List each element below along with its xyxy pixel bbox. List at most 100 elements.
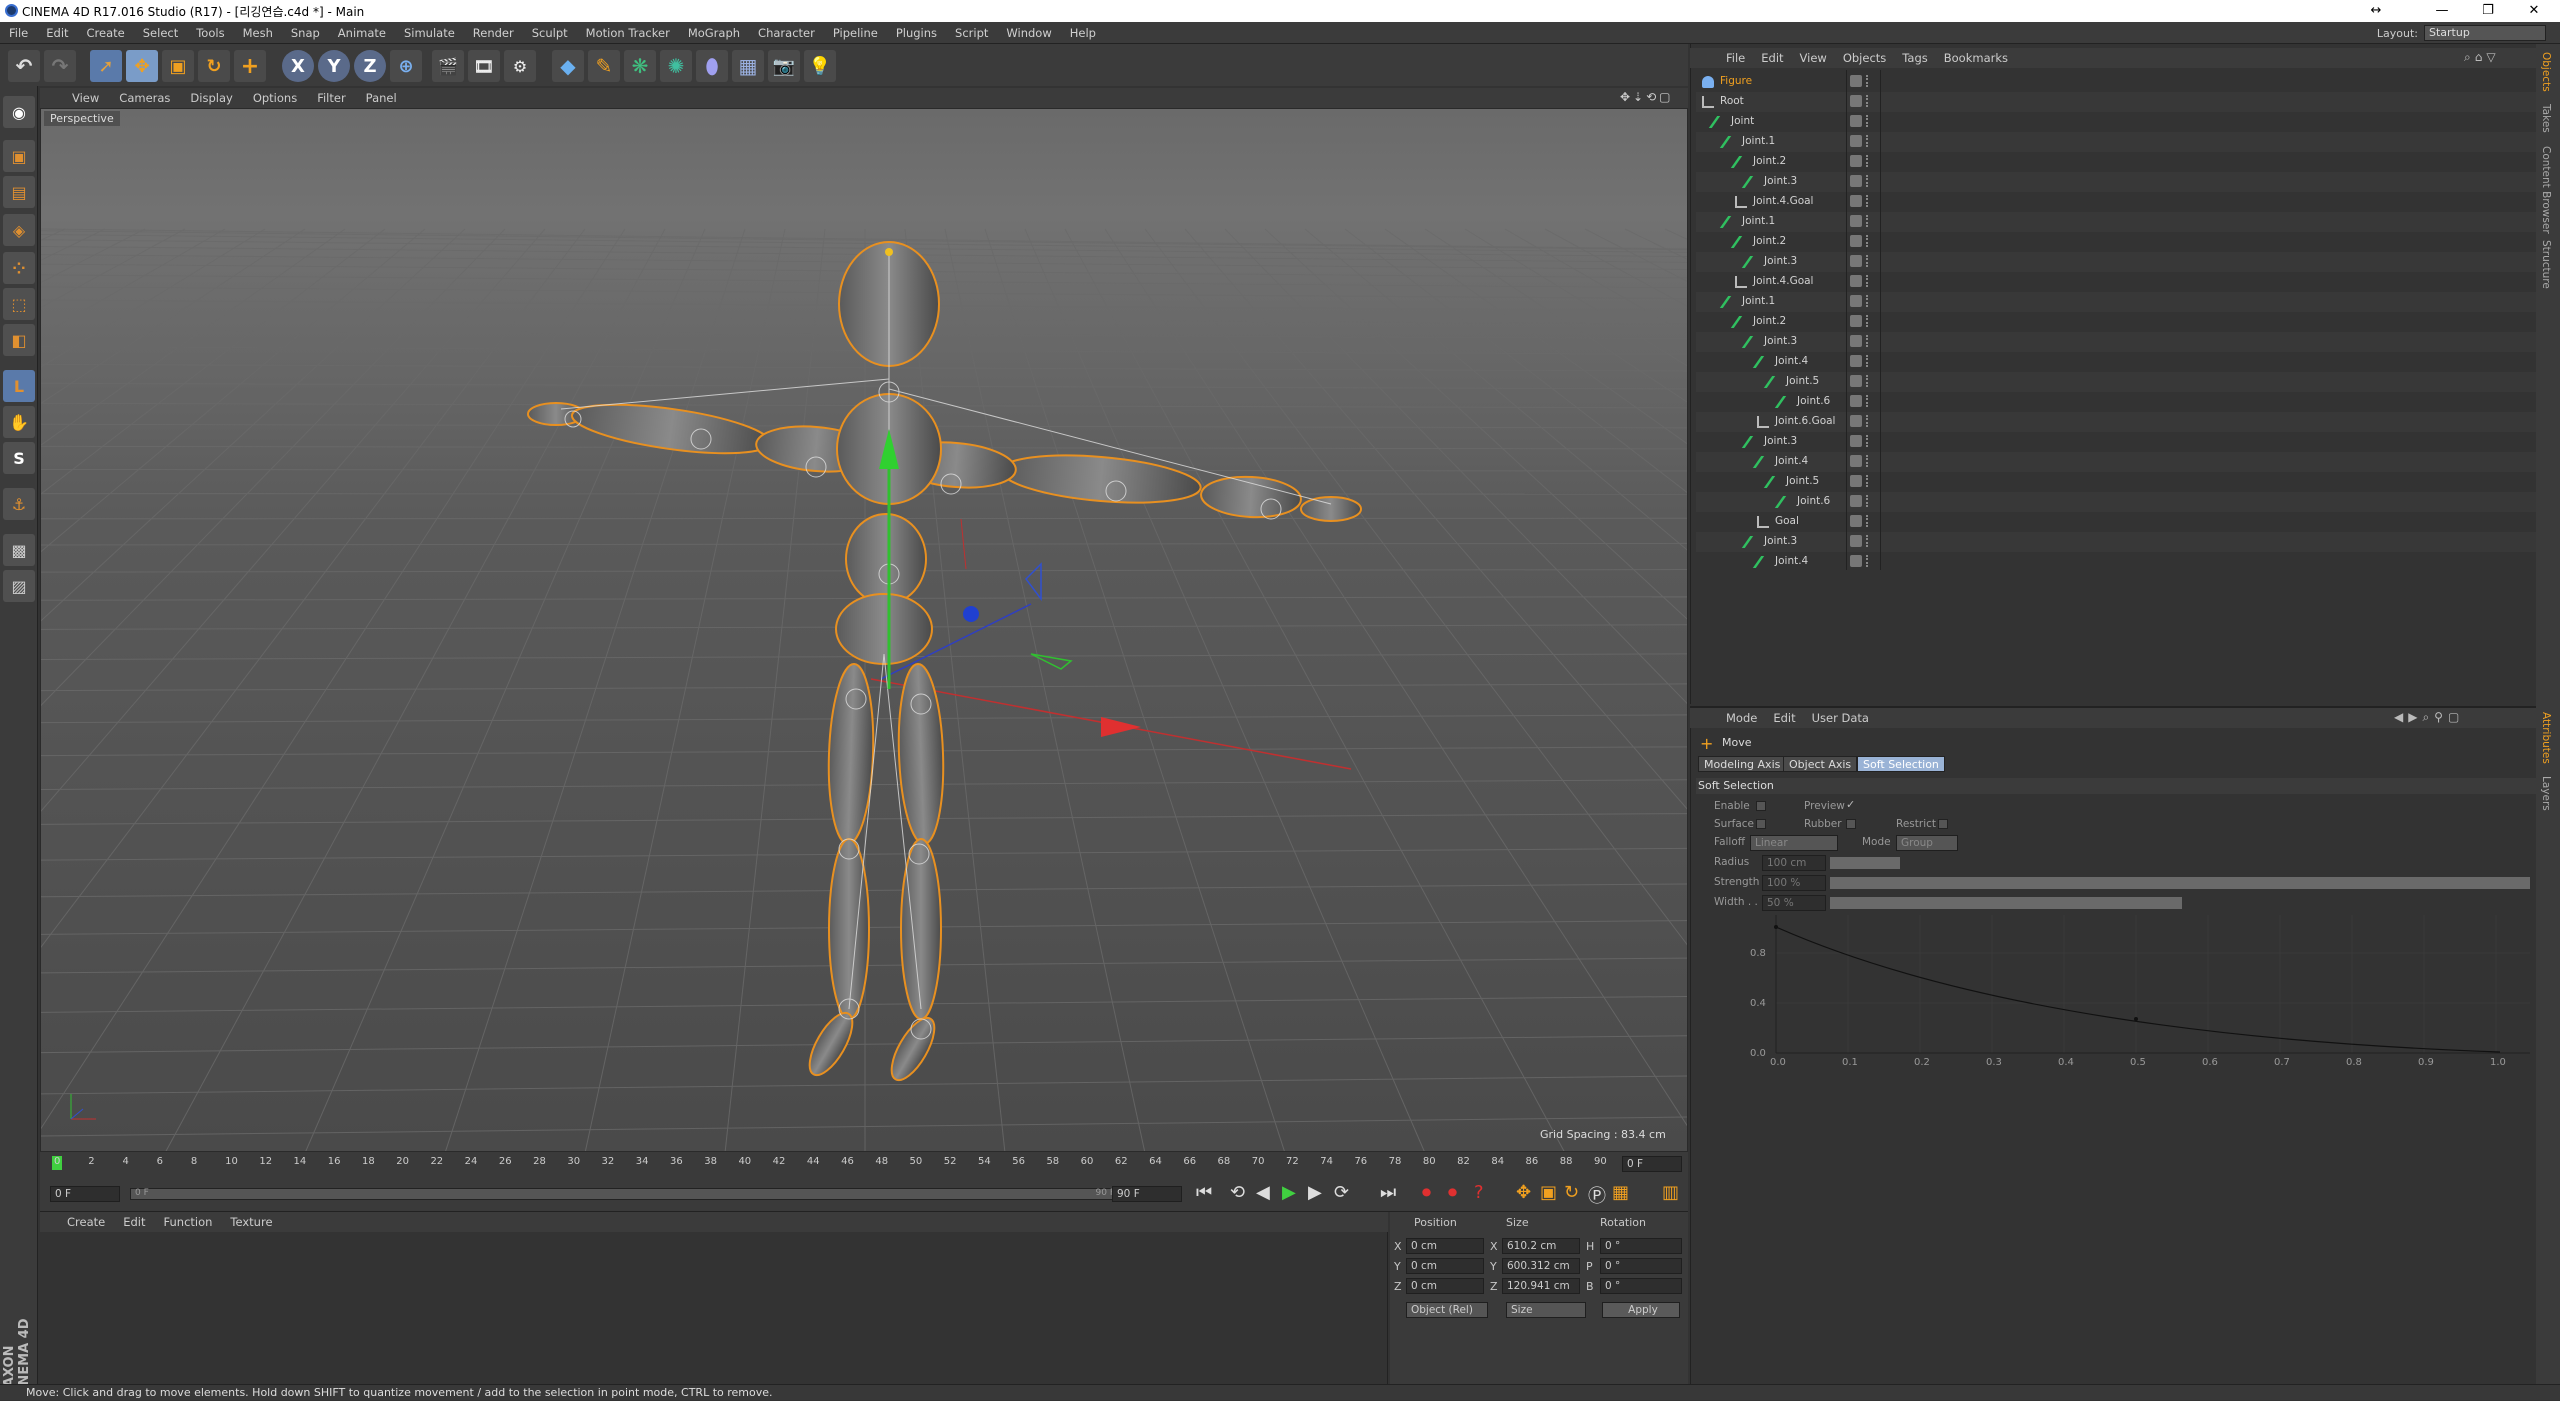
visibility-toggle[interactable] <box>1850 275 1862 287</box>
next-key-icon[interactable]: ⟳ <box>1334 1182 1349 1203</box>
position-y-field[interactable]: 0 cm <box>1406 1258 1484 1274</box>
object-row[interactable]: Root <box>1696 92 2536 112</box>
falloff-curve[interactable] <box>1776 927 2500 1052</box>
scale-key-icon[interactable]: ▣ <box>1540 1182 1557 1203</box>
make-editable-icon[interactable]: ◉ <box>3 96 35 128</box>
pen-spline-icon[interactable]: ✎ <box>588 50 620 82</box>
timeline-ruler[interactable]: 0246810121416182022242628303234363840424… <box>40 1152 1688 1176</box>
size-y-field[interactable]: 600.312 cm <box>1502 1258 1580 1274</box>
x-axis-lock-button[interactable]: X <box>282 50 314 82</box>
material-menu-function[interactable]: Function <box>155 1215 222 1229</box>
visibility-toggle[interactable] <box>1850 235 1862 247</box>
object-row[interactable]: Joint.2 <box>1696 232 2536 252</box>
object-row[interactable]: Joint.4 <box>1696 452 2536 472</box>
width-slider[interactable] <box>1830 897 2182 909</box>
array-generator-icon[interactable]: ✺ <box>660 50 692 82</box>
editor-render-dots[interactable] <box>1866 415 1870 427</box>
object-row[interactable]: Joint.3 <box>1696 432 2536 452</box>
undo-icon[interactable]: ↶ <box>8 50 40 82</box>
parameter-key-icon[interactable]: Ⓟ <box>1588 1182 1606 1208</box>
editor-render-dots[interactable] <box>1866 335 1870 347</box>
menu-tools[interactable]: Tools <box>187 26 233 40</box>
attr-menu-mode[interactable]: Mode <box>1718 711 1765 725</box>
object-row[interactable]: Joint.1 <box>1696 292 2536 312</box>
move-tool-icon[interactable]: ✥ <box>126 50 158 82</box>
texture-mode-icon[interactable]: ▤ <box>3 176 35 208</box>
editor-render-dots[interactable] <box>1866 535 1870 547</box>
material-manager[interactable] <box>40 1212 1388 1384</box>
visibility-toggle[interactable] <box>1850 175 1862 187</box>
viewport-menu-view[interactable]: View <box>62 91 109 105</box>
rotate-tool-icon[interactable]: ↻ <box>198 50 230 82</box>
editor-render-dots[interactable] <box>1866 175 1870 187</box>
menu-plugins[interactable]: Plugins <box>887 26 946 40</box>
viewport-menu-display[interactable]: Display <box>180 91 242 105</box>
editor-render-dots[interactable] <box>1866 75 1870 87</box>
object-row[interactable]: Joint.6.Goal <box>1696 412 2536 432</box>
tab-objects[interactable]: Objects <box>2540 52 2552 92</box>
3d-viewport[interactable] <box>40 108 1688 1152</box>
menu-sculpt[interactable]: Sculpt <box>523 26 577 40</box>
frame-range-slider[interactable]: 0 F 90 F <box>130 1188 1120 1200</box>
close-button[interactable]: ✕ <box>2512 0 2556 22</box>
surface-checkbox[interactable] <box>1756 819 1766 829</box>
tab-content-browser[interactable]: Content Browser <box>2540 146 2552 234</box>
camera-label[interactable]: Perspective <box>44 111 120 126</box>
z-axis-lock-button[interactable]: Z <box>354 50 386 82</box>
menu-pipeline[interactable]: Pipeline <box>824 26 887 40</box>
position-x-field[interactable]: 0 cm <box>1406 1238 1484 1254</box>
menu-file[interactable]: File <box>0 26 37 40</box>
rotation-b-field[interactable]: 0 ° <box>1600 1278 1682 1294</box>
position-key-icon[interactable]: ✥ <box>1516 1182 1531 1203</box>
model-mode-icon[interactable]: ▣ <box>3 140 35 172</box>
editor-render-dots[interactable] <box>1866 515 1870 527</box>
tab-object-axis[interactable]: Object Axis <box>1783 756 1857 772</box>
menu-create[interactable]: Create <box>78 26 134 40</box>
editor-render-dots[interactable] <box>1866 235 1870 247</box>
object-row[interactable]: Joint.5 <box>1696 472 2536 492</box>
viewport-menu-cameras[interactable]: Cameras <box>109 91 180 105</box>
scale-tool-icon[interactable]: ▣ <box>162 50 194 82</box>
menu-character[interactable]: Character <box>749 26 824 40</box>
camera-object-icon[interactable]: 📷 <box>768 50 800 82</box>
objects-menu-file[interactable]: File <box>1718 51 1753 65</box>
restore-layout-icon[interactable]: ↔ <box>2354 0 2398 22</box>
object-row[interactable]: Joint <box>1696 112 2536 132</box>
tweak-mode-icon[interactable]: ✋ <box>3 406 35 438</box>
editor-render-dots[interactable] <box>1866 275 1870 287</box>
render-settings-icon[interactable]: ⚙ <box>504 50 536 82</box>
menu-mograph[interactable]: MoGraph <box>679 26 749 40</box>
restrict-checkbox[interactable] <box>1938 819 1948 829</box>
editor-render-dots[interactable] <box>1866 395 1870 407</box>
workplane-mode-icon[interactable]: ◈ <box>3 214 35 246</box>
menu-motion-tracker[interactable]: Motion Tracker <box>577 26 679 40</box>
live-selection-icon[interactable]: ➚ <box>90 50 122 82</box>
menu-animate[interactable]: Animate <box>329 26 395 40</box>
mode-dropdown[interactable]: Group <box>1896 835 1958 851</box>
timeline-window-icon[interactable]: ▥ <box>1662 1182 1679 1203</box>
editor-render-dots[interactable] <box>1866 155 1870 167</box>
menu-select[interactable]: Select <box>134 26 187 40</box>
editor-render-dots[interactable] <box>1866 435 1870 447</box>
visibility-toggle[interactable] <box>1850 135 1862 147</box>
editor-render-dots[interactable] <box>1866 475 1870 487</box>
workplane-lock-icon[interactable]: ▩ <box>3 534 35 566</box>
strength-field[interactable]: 100 % <box>1762 875 1826 891</box>
radius-slider[interactable] <box>1830 857 1900 869</box>
editor-render-dots[interactable] <box>1866 115 1870 127</box>
object-row[interactable]: Joint.3 <box>1696 332 2536 352</box>
editor-render-dots[interactable] <box>1866 495 1870 507</box>
previous-key-icon[interactable]: ⟲ <box>1230 1182 1245 1203</box>
menu-simulate[interactable]: Simulate <box>395 26 464 40</box>
y-axis-lock-button[interactable]: Y <box>318 50 350 82</box>
object-row[interactable]: Joint.1 <box>1696 212 2536 232</box>
floor-object-icon[interactable]: ▦ <box>732 50 764 82</box>
visibility-toggle[interactable] <box>1850 495 1862 507</box>
size-mode-dropdown[interactable]: Size <box>1506 1302 1586 1318</box>
current-frame-field[interactable]: 0 F <box>1622 1156 1682 1172</box>
editor-render-dots[interactable] <box>1866 375 1870 387</box>
objects-menu-objects[interactable]: Objects <box>1835 51 1894 65</box>
point-level-key-icon[interactable]: ▦ <box>1612 1182 1629 1203</box>
editor-render-dots[interactable] <box>1866 135 1870 147</box>
object-row[interactable]: Figure <box>1696 72 2536 92</box>
